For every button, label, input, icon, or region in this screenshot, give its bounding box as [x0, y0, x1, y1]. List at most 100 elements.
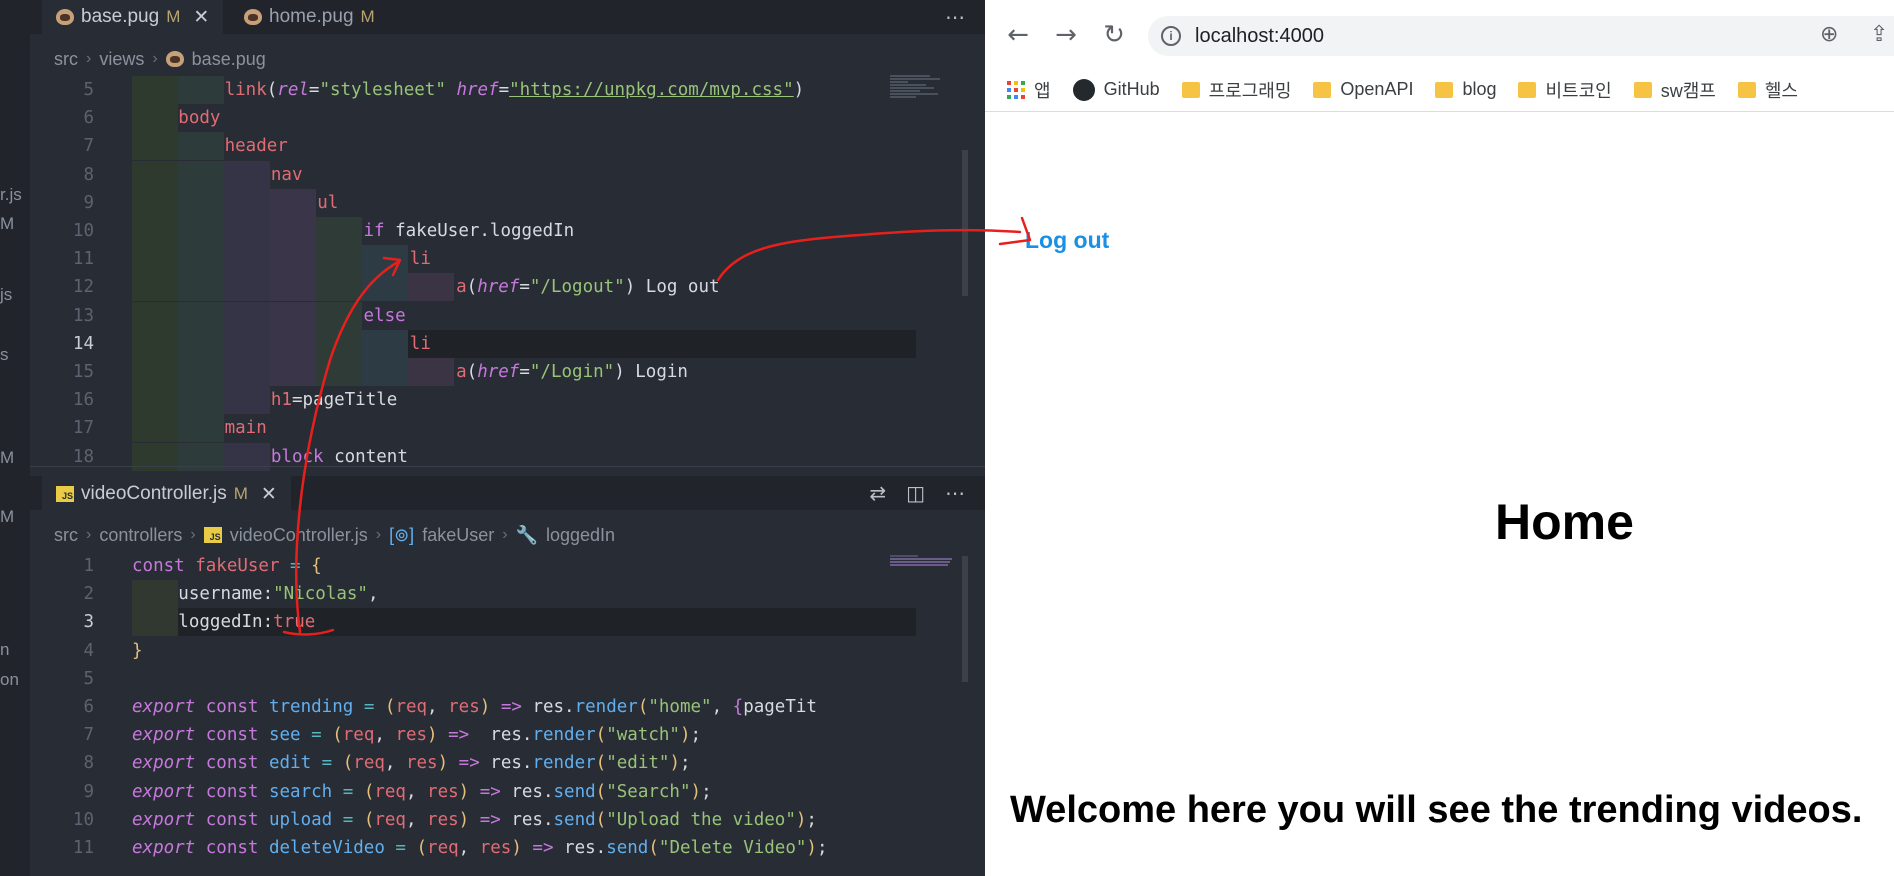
scrollbar-bottom[interactable]	[962, 556, 968, 682]
js-code-line[interactable]: 7 export const see = (req, res) => res.re…	[30, 721, 985, 749]
pane-divider[interactable]	[30, 466, 985, 467]
share-icon[interactable]: ⇪	[1870, 22, 1888, 47]
indent-guide	[224, 358, 270, 386]
modified-badge: M	[360, 7, 375, 26]
tab-base-pug[interactable]: base.pug M ✕	[42, 0, 224, 34]
indent-guide	[178, 132, 224, 161]
indent-guide	[178, 76, 224, 104]
bookmark-item[interactable]: blog	[1435, 79, 1496, 100]
breadcrumb-item[interactable]: src	[54, 525, 78, 546]
more-actions-icon[interactable]: ⋯	[945, 5, 965, 29]
bookmark-item[interactable]: OpenAPI	[1313, 79, 1413, 100]
code-text: export const trending = (req, res) => re…	[132, 697, 817, 717]
indent-guide	[178, 217, 224, 245]
indent-guide	[316, 217, 362, 245]
logout-link[interactable]: Log out	[1025, 227, 1109, 254]
explorer-fragment[interactable]: on	[0, 670, 19, 690]
explorer-fragment[interactable]: r.js	[0, 185, 22, 205]
pug-code-line[interactable]: 9 ul	[30, 188, 985, 217]
pug-code-line[interactable]: 6 body	[30, 104, 985, 133]
forward-arrow-icon[interactable]: →	[1049, 18, 1083, 52]
js-code-area[interactable]: 1 const fakeUser = {2 username:"Nicolas", 3…	[30, 552, 985, 876]
pug-code-line[interactable]: 14 li	[30, 329, 985, 358]
compare-changes-icon[interactable]: ⇄	[869, 481, 886, 505]
explorer-fragment[interactable]: M	[0, 448, 14, 468]
explorer-fragment[interactable]: n	[0, 640, 9, 660]
indent-guide	[132, 580, 178, 609]
js-code-line[interactable]: 8 export const edit = (req, res) => res.r…	[30, 749, 985, 777]
pug-file-icon	[165, 51, 184, 67]
bookmark-item[interactable]: sw캠프	[1633, 77, 1716, 103]
code-text: export const deleteVideo = (req, res) =>…	[132, 838, 828, 858]
breadcrumb-item[interactable]: src	[54, 49, 78, 70]
bookmark-item[interactable]: GitHub	[1072, 78, 1160, 101]
indent-guide	[362, 329, 408, 358]
js-code-line[interactable]: 9 export const search = (req, res) => res…	[30, 778, 985, 806]
url-text[interactable]: localhost:4000	[1195, 25, 1324, 48]
code-text: loggedIn:true	[178, 612, 316, 633]
indent-guide	[178, 301, 224, 330]
breadcrumb-item[interactable]: views	[99, 49, 144, 70]
js-file-icon: JS	[203, 527, 222, 543]
reload-icon[interactable]: ↻	[1097, 18, 1131, 52]
indent-guide	[132, 160, 178, 189]
bookmark-item[interactable]: 프로그래밍	[1181, 77, 1292, 103]
indent-guide	[270, 358, 316, 386]
scrollbar-top[interactable]	[962, 150, 968, 296]
bookmark-item[interactable]: 앱	[1007, 77, 1051, 103]
pug-code-line[interactable]: 5 link(rel="stylesheet" href="https://unp…	[30, 76, 985, 104]
js-code-line[interactable]: 11 export const deleteVideo = (req, res) …	[30, 834, 985, 862]
js-code-line[interactable]: 6 export const trending = (req, res) => r…	[30, 693, 985, 721]
site-info-icon[interactable]: i	[1161, 26, 1181, 46]
bookmark-label: 프로그래밍	[1208, 80, 1292, 101]
indent-guide	[132, 358, 178, 386]
indent-guide	[178, 188, 224, 217]
breadcrumb-item[interactable]: controllers	[99, 525, 182, 546]
pug-code-line[interactable]: 10 if fakeUser.loggedIn	[30, 217, 985, 245]
code-text: li	[409, 333, 431, 354]
tab-label: videoController.js	[81, 483, 227, 504]
pug-code-line[interactable]: 7 header	[30, 132, 985, 161]
close-tab-icon[interactable]: ✕	[193, 6, 209, 29]
js-code-line[interactable]: 4}	[30, 637, 985, 665]
minimap-bottom[interactable]	[890, 554, 960, 567]
back-arrow-icon[interactable]: ←	[1001, 18, 1035, 52]
bookmark-item[interactable]: 비트코인	[1518, 77, 1612, 103]
indent-guide	[224, 245, 270, 274]
indent-guide	[132, 217, 178, 245]
pug-code-line[interactable]: 11 li	[30, 245, 985, 274]
js-code-line[interactable]: 10 export const upload = (req, res) => re…	[30, 806, 985, 834]
breadcrumb-item[interactable]: fakeUser	[422, 525, 494, 546]
explorer-fragment[interactable]: js	[0, 285, 12, 305]
js-code-line[interactable]: 3 loggedIn:true	[30, 608, 985, 637]
bottom-tab-bar: JS videoController.js M ✕ ⇄ ◫ ⋯	[30, 476, 985, 512]
pug-code-line[interactable]: 17 main	[30, 414, 985, 443]
close-tab-icon[interactable]: ✕	[261, 483, 277, 506]
breadcrumb-item[interactable]: base.pug	[192, 49, 266, 70]
code-text: li	[409, 249, 431, 270]
line-number: 5	[83, 668, 94, 689]
pug-code-line[interactable]: 13 else	[30, 301, 985, 330]
indent-guide	[178, 160, 224, 189]
pug-code-area[interactable]: 5 link(rel="stylesheet" href="https://unp…	[30, 76, 985, 471]
more-actions-icon[interactable]: ⋯	[945, 481, 965, 505]
minimap-top[interactable]	[890, 74, 960, 99]
zoom-icon[interactable]: ⊕	[1820, 22, 1838, 47]
pug-code-line[interactable]: 12 a(href="/Logout") Log out	[30, 273, 985, 302]
explorer-fragment[interactable]: s	[0, 345, 9, 365]
split-editor-icon[interactable]: ◫	[906, 481, 925, 505]
tab-home-pug[interactable]: home.pug M	[230, 0, 389, 34]
explorer-fragment[interactable]: M	[0, 214, 14, 234]
bookmark-item[interactable]: 헬스	[1737, 77, 1798, 103]
pug-code-line[interactable]: 16 h1=pageTitle	[30, 386, 985, 415]
tab-video-controller[interactable]: JS videoController.js M ✕	[42, 476, 291, 512]
breadcrumb-item[interactable]: videoController.js	[230, 525, 368, 546]
breadcrumb-item[interactable]: loggedIn	[546, 525, 615, 546]
pug-code-line[interactable]: 8 nav	[30, 160, 985, 189]
pug-code-line[interactable]: 15 a(href="/Login") Login	[30, 358, 985, 386]
code-text: if fakeUser.loggedIn	[363, 221, 575, 241]
explorer-fragment[interactable]: M	[0, 507, 14, 527]
js-code-line[interactable]: 1 const fakeUser = {	[30, 552, 985, 580]
js-code-line[interactable]: 2 username:"Nicolas",	[30, 580, 985, 609]
js-code-line[interactable]: 5	[30, 665, 985, 693]
